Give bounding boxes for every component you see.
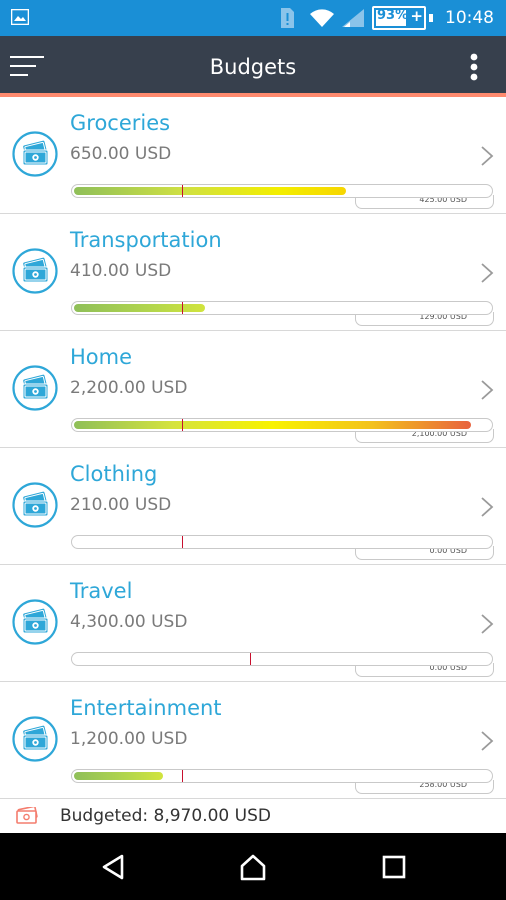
- chevron-right-icon: [481, 380, 494, 400]
- battery-icon: 93% +: [372, 6, 426, 30]
- money-icon: [12, 716, 58, 762]
- budget-amount: 410.00 USD: [70, 261, 172, 281]
- progress-bar: [71, 652, 493, 666]
- app-bar: Budgets: [0, 36, 506, 97]
- chevron-right-icon: [481, 263, 494, 283]
- page-title: Budgets: [209, 55, 297, 79]
- budget-row[interactable]: Groceries 650.00 USD 425.00 USD: [0, 97, 506, 214]
- signal-icon: [342, 9, 364, 27]
- progress-bar: [71, 769, 493, 783]
- home-icon[interactable]: [239, 853, 267, 881]
- budget-name: Transportation: [70, 228, 222, 252]
- recents-icon[interactable]: [380, 853, 408, 881]
- status-bar: 93% + 10:48: [0, 0, 506, 36]
- progress-bar: [71, 184, 493, 198]
- budget-row[interactable]: Travel 4,300.00 USD 0.00 USD: [0, 565, 506, 682]
- image-icon: [11, 9, 29, 25]
- budget-amount: 210.00 USD: [70, 495, 172, 515]
- money-icon: [12, 365, 58, 411]
- chevron-right-icon: [481, 497, 494, 517]
- money-icon: [16, 807, 38, 824]
- time-marker: [250, 653, 251, 665]
- sim-alert-icon: [281, 8, 294, 28]
- chevron-right-icon: [481, 146, 494, 166]
- budget-row[interactable]: Entertainment 1,200.00 USD 258.00 USD: [0, 682, 506, 799]
- budget-name: Travel: [70, 579, 133, 603]
- budget-amount: 2,200.00 USD: [70, 378, 188, 398]
- budget-row[interactable]: Home 2,200.00 USD 2,100.00 USD: [0, 331, 506, 448]
- budget-name: Clothing: [70, 462, 158, 486]
- money-icon: [12, 248, 58, 294]
- progress-bar: [71, 301, 493, 315]
- progress-fill: [74, 772, 163, 780]
- battery-level: 93%: [377, 8, 409, 23]
- chevron-right-icon: [481, 731, 494, 751]
- status-icons: 93% + 10:48: [279, 0, 506, 36]
- budget-row[interactable]: Clothing 210.00 USD 0.00 USD: [0, 448, 506, 565]
- system-nav-bar: [0, 833, 506, 900]
- more-vert-icon[interactable]: [470, 53, 478, 81]
- budget-amount: 650.00 USD: [70, 144, 172, 164]
- budget-summary: Budgeted: 8,970.00 USD: [0, 798, 506, 833]
- progress-fill: [74, 304, 205, 312]
- budgeted-total: Budgeted: 8,970.00 USD: [60, 806, 271, 826]
- progress-bar: [71, 418, 493, 432]
- budget-amount: 4,300.00 USD: [70, 612, 188, 632]
- time-marker: [182, 536, 183, 548]
- clock: 10:48: [445, 8, 494, 28]
- money-icon: [12, 599, 58, 645]
- budget-name: Entertainment: [70, 696, 222, 720]
- budget-amount: 1,200.00 USD: [70, 729, 188, 749]
- wifi-icon: [310, 9, 334, 27]
- time-marker: [182, 419, 183, 431]
- time-marker: [182, 770, 183, 782]
- budget-name: Groceries: [70, 111, 171, 135]
- progress-fill: [74, 187, 346, 195]
- progress-fill: [74, 421, 471, 429]
- budget-row[interactable]: Transportation 410.00 USD 129.00 USD: [0, 214, 506, 331]
- budget-list: Groceries 650.00 USD 425.00 USD Transpor…: [0, 97, 506, 799]
- money-icon: [12, 482, 58, 528]
- progress-bar: [71, 535, 493, 549]
- back-icon[interactable]: [100, 853, 128, 881]
- time-marker: [182, 302, 183, 314]
- money-icon: [12, 131, 58, 177]
- budget-name: Home: [70, 345, 133, 369]
- chevron-right-icon: [481, 614, 494, 634]
- time-marker: [182, 185, 183, 197]
